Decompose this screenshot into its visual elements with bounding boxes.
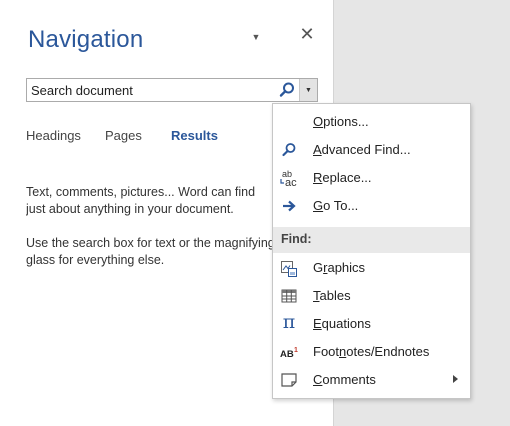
svg-text:AB: AB	[280, 349, 294, 360]
description-line: Text, comments, pictures... Word can fin…	[26, 185, 256, 199]
magnifier-icon	[279, 141, 299, 159]
menu-item-label: Advanced Find...	[313, 142, 411, 157]
menu-item-comments[interactable]: Comments	[273, 366, 470, 394]
menu-item-graphics[interactable]: Graphics	[273, 254, 470, 282]
menu-item-label: Tables	[313, 288, 351, 303]
close-icon[interactable]: ✕	[298, 24, 316, 44]
search-box: ▼	[26, 78, 318, 102]
description-line: just about anything in your document.	[26, 202, 234, 216]
menu-item-advanced-find[interactable]: Advanced Find...	[273, 136, 470, 164]
search-dropdown-button[interactable]: ▼	[299, 79, 317, 101]
menu-item-equations[interactable]: π Equations	[273, 310, 470, 338]
pane-options-chevron-down-icon[interactable]: ▼	[249, 30, 263, 44]
pi-icon: π	[282, 311, 296, 333]
search-button[interactable]	[275, 79, 299, 101]
menu-item-go-to[interactable]: Go To...	[273, 192, 470, 220]
footnote-ab1-icon: AB 1	[279, 343, 299, 361]
submenu-arrow-icon	[453, 375, 458, 383]
menu-item-tables[interactable]: Tables	[273, 282, 470, 310]
tab-results[interactable]: Results	[171, 128, 218, 143]
tab-headings[interactable]: Headings	[26, 128, 81, 143]
menu-item-label: Options...	[313, 114, 369, 129]
menu-item-replace[interactable]: ab ac Replace...	[273, 164, 470, 192]
replace-abc-icon: ab ac	[279, 169, 299, 189]
description-line: Use the search box for text or the magni…	[26, 236, 275, 250]
pane-title: Navigation	[28, 26, 144, 53]
find-header-label: Find:	[281, 232, 312, 246]
tab-pages[interactable]: Pages	[105, 128, 142, 143]
comment-icon	[279, 371, 299, 389]
graphics-icon	[279, 259, 299, 277]
menu-item-label: Graphics	[313, 260, 366, 275]
menu-item-options[interactable]: Options...	[273, 108, 470, 136]
magnifier-icon	[279, 82, 294, 97]
menu-item-label: Footnotes/Endnotes	[313, 344, 430, 359]
find-section-header: Find:	[273, 227, 470, 253]
menu-item-label: Equations	[313, 316, 371, 331]
arrow-right-icon	[279, 197, 299, 215]
svg-text:ac: ac	[285, 177, 297, 189]
menu-item-footnotes-endnotes[interactable]: AB 1 Footnotes/Endnotes	[273, 338, 470, 366]
menu-item-label: Comments	[313, 372, 376, 387]
search-input[interactable]	[27, 79, 271, 101]
menu-item-label: Go To...	[313, 198, 359, 213]
search-options-menu: Options... Advanced Find... ab ac Replac…	[272, 103, 471, 399]
menu-item-label: Replace...	[313, 170, 372, 185]
svg-text:1: 1	[294, 347, 298, 354]
description-line: glass for everything else.	[26, 253, 165, 267]
table-icon	[279, 287, 299, 305]
